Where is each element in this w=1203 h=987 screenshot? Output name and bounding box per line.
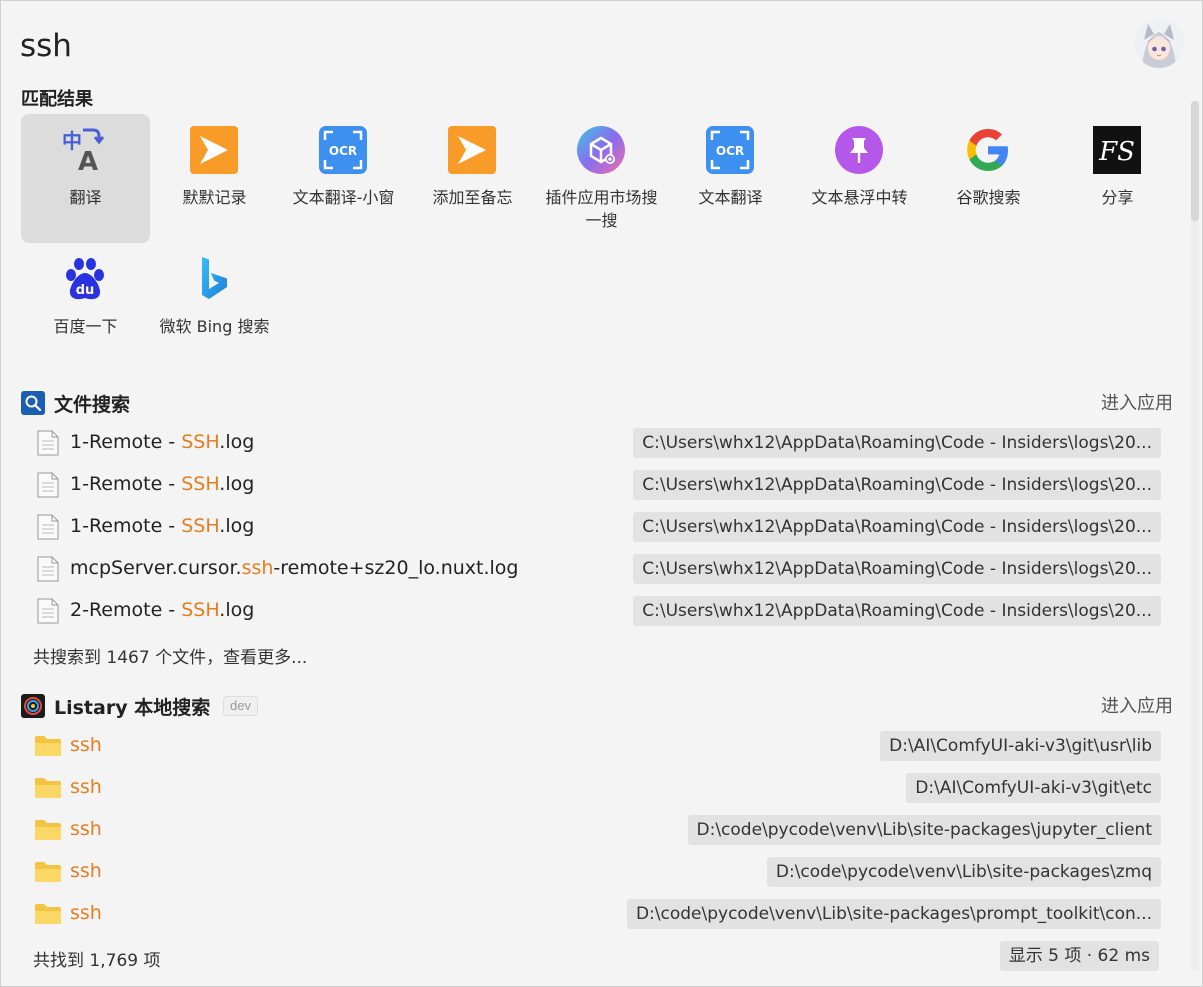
search-bar <box>1 1 1202 81</box>
app-tile-silent-note[interactable]: 默默记录 <box>150 114 279 243</box>
bing-icon <box>190 255 238 303</box>
file-name: 1-Remote - SSH.log <box>70 473 255 495</box>
folder-path: D:\code\pycode\venv\Lib\site-packages\ju… <box>687 815 1161 845</box>
app-tile-google-search[interactable]: 谷歌搜索 <box>924 114 1053 243</box>
pin-icon <box>835 126 883 174</box>
scroll-thumb[interactable] <box>1191 101 1199 221</box>
file-name: mcpServer.cursor.ssh-remote+sz20_lo.nuxt… <box>70 557 519 579</box>
svg-text:du: du <box>76 283 95 298</box>
app-label: 文本翻译 <box>698 188 763 207</box>
app-label: 翻译 <box>69 188 102 207</box>
file-path: C:\Users\whx12\AppData\Roaming\Code - In… <box>633 512 1161 542</box>
app-label: 添加至备忘 <box>432 188 513 207</box>
timing-badge: 显示 5 项 · 62 ms <box>999 941 1159 971</box>
app-tile-bing[interactable]: 微软 Bing 搜索 <box>150 243 279 372</box>
app-tile-add-memo[interactable]: 添加至备忘 <box>408 114 537 243</box>
listary-summary: 共找到 1,769 项 <box>33 951 161 971</box>
folder-result-row[interactable]: ssh D:\code\pycode\venv\Lib\site-package… <box>21 853 1161 891</box>
file-name: 1-Remote - SSH.log <box>70 431 255 453</box>
folder-path: D:\AI\ComfyUI-aki-v3\git\usr\lib <box>880 731 1161 761</box>
file-path: C:\Users\whx12\AppData\Roaming\Code - In… <box>633 470 1161 500</box>
match-results-title: 匹配结果 <box>21 89 93 110</box>
file-path: C:\Users\whx12\AppData\Roaming\Code - In… <box>633 596 1161 626</box>
fs-share-icon: FS <box>1093 126 1141 174</box>
folder-name: ssh <box>70 818 102 840</box>
app-tile-plugin-market[interactable]: 插件应用市场搜一搜 <box>537 114 666 243</box>
search-icon <box>21 391 45 415</box>
file-path: C:\Users\whx12\AppData\Roaming\Code - In… <box>633 428 1161 458</box>
scrollbar[interactable] <box>1191 101 1199 971</box>
folder-name: ssh <box>70 734 102 756</box>
app-label: 分享 <box>1101 188 1134 207</box>
folder-icon <box>34 861 62 883</box>
folder-name: ssh <box>70 902 102 924</box>
folder-result-row[interactable]: ssh D:\code\pycode\venv\Lib\site-package… <box>21 895 1161 933</box>
app-tile-text-translate[interactable]: OCR 文本翻译 <box>666 114 795 243</box>
file-search-title: 文件搜索 <box>54 394 131 416</box>
file-result-row[interactable]: 1-Remote - SSH.log C:\Users\whx12\AppDat… <box>21 424 1161 462</box>
file-result-row[interactable]: mcpServer.cursor.ssh-remote+sz20_lo.nuxt… <box>21 550 1161 588</box>
file-icon <box>37 472 59 498</box>
svg-text:OCR: OCR <box>716 144 744 158</box>
listary-icon <box>21 694 45 718</box>
svg-text:A: A <box>78 147 98 174</box>
file-name: 2-Remote - SSH.log <box>70 599 255 621</box>
file-path: C:\Users\whx12\AppData\Roaming\Code - In… <box>633 554 1161 584</box>
folder-icon <box>34 819 62 841</box>
dev-badge: dev <box>223 696 258 716</box>
note-arrow-icon <box>190 126 238 174</box>
file-result-row[interactable]: 1-Remote - SSH.log C:\Users\whx12\AppDat… <box>21 466 1161 504</box>
folder-result-row[interactable]: ssh D:\AI\ComfyUI-aki-v3\git\usr\lib <box>21 727 1161 765</box>
plugin-market-icon <box>577 126 625 174</box>
file-icon <box>37 556 59 582</box>
folder-icon <box>34 903 62 925</box>
app-tile-text-translate-mini[interactable]: OCR 文本翻译-小窗 <box>279 114 408 243</box>
app-tile-baidu[interactable]: du 百度一下 <box>21 243 150 372</box>
folder-result-row[interactable]: ssh D:\AI\ComfyUI-aki-v3\git\etc <box>21 769 1161 807</box>
file-icon <box>37 514 59 540</box>
listary-enter-app[interactable]: 进入应用 <box>1101 692 1173 718</box>
search-input[interactable] <box>20 23 1080 69</box>
google-icon <box>964 126 1012 174</box>
note-arrow-icon <box>448 126 496 174</box>
folder-name: ssh <box>70 776 102 798</box>
launcher-window: 匹配结果 中 A 翻译 默默记录 <box>0 0 1203 987</box>
app-label: 文本悬浮中转 <box>811 188 908 207</box>
ocr-icon: OCR <box>319 126 367 174</box>
file-search-more-link[interactable]: 共搜索到 1467 个文件，查看更多... <box>33 643 307 668</box>
app-label: 百度一下 <box>53 317 118 336</box>
file-search-header: 文件搜索 进入应用 <box>21 389 1173 417</box>
folder-icon <box>34 777 62 799</box>
svg-text:FS: FS <box>1098 137 1135 167</box>
folder-path: D:\AI\ComfyUI-aki-v3\git\etc <box>906 773 1161 803</box>
app-tile-translate[interactable]: 中 A 翻译 <box>21 114 150 243</box>
baidu-icon: du <box>61 255 109 303</box>
file-result-row[interactable]: 2-Remote - SSH.log C:\Users\whx12\AppDat… <box>21 592 1161 630</box>
app-label: 谷歌搜索 <box>956 188 1021 207</box>
file-search-enter-app[interactable]: 进入应用 <box>1101 389 1173 415</box>
listary-header: Listary 本地搜索 dev 进入应用 <box>21 692 1173 720</box>
app-label: 插件应用市场搜一搜 <box>545 188 658 230</box>
folder-path: D:\code\pycode\venv\Lib\site-packages\zm… <box>766 857 1161 887</box>
folder-path: D:\code\pycode\venv\Lib\site-packages\pr… <box>626 899 1161 929</box>
app-label: 默默记录 <box>182 188 247 207</box>
ocr-icon: OCR <box>706 126 754 174</box>
app-tile-share[interactable]: FS 分享 <box>1053 114 1182 243</box>
file-name: 1-Remote - SSH.log <box>70 515 255 537</box>
listary-title: Listary 本地搜索 <box>54 697 211 719</box>
folder-icon <box>34 735 62 757</box>
svg-text:OCR: OCR <box>329 144 357 158</box>
app-label: 微软 Bing 搜索 <box>159 317 270 336</box>
file-result-row[interactable]: 1-Remote - SSH.log C:\Users\whx12\AppDat… <box>21 508 1161 546</box>
file-icon <box>37 430 59 456</box>
app-label: 文本翻译-小窗 <box>292 188 395 207</box>
folder-name: ssh <box>70 860 102 882</box>
folder-result-row[interactable]: ssh D:\code\pycode\venv\Lib\site-package… <box>21 811 1161 849</box>
translate-icon: 中 A <box>61 126 109 177</box>
user-avatar[interactable] <box>1134 18 1184 68</box>
app-tile-text-float[interactable]: 文本悬浮中转 <box>795 114 924 243</box>
file-icon <box>37 598 59 624</box>
